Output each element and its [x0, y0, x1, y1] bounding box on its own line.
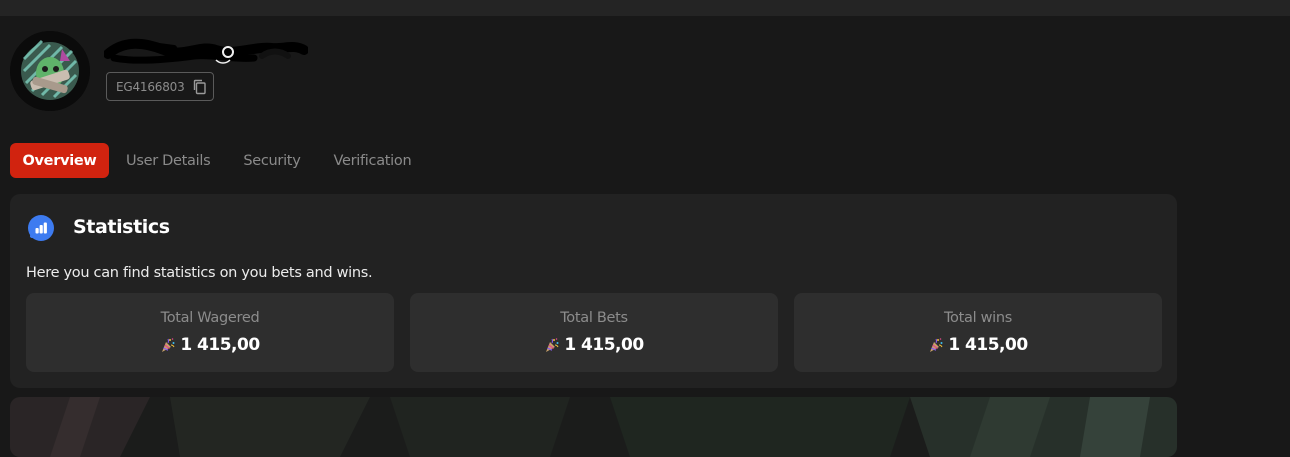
statistics-title: Statistics: [73, 216, 170, 238]
stat-card-total-wins: Total wins 1 415,00: [794, 293, 1162, 372]
profile-tabs: Overview User Details Security Verificat…: [10, 143, 428, 178]
tab-verification[interactable]: Verification: [317, 143, 427, 178]
tab-security[interactable]: Security: [227, 143, 316, 178]
chart-bubble-icon: [28, 215, 54, 241]
user-id-text: EG4166803: [116, 79, 185, 94]
tab-overview[interactable]: Overview: [10, 143, 109, 178]
stat-card-total-wagered: Total Wagered 1 415,00: [26, 293, 394, 372]
statistics-description: Here you can find statistics on you bets…: [26, 265, 373, 281]
top-bar: [0, 0, 1290, 16]
promo-banner[interactable]: [10, 397, 1177, 457]
tab-user-details[interactable]: User Details: [110, 143, 226, 178]
stat-value: 1 415,00: [948, 335, 1028, 355]
stat-value: 1 415,00: [564, 335, 644, 355]
statistics-panel: Statistics Here you can find statistics …: [10, 194, 1177, 388]
party-popper-icon: [162, 338, 175, 352]
stat-label: Total wins: [943, 310, 1013, 326]
stat-value: 1 415,00: [180, 335, 260, 355]
party-popper-icon: [546, 338, 559, 352]
stat-label: Total Bets: [560, 310, 628, 326]
stat-card-total-bets: Total Bets 1 415,00: [410, 293, 778, 372]
user-id-badge: EG4166803: [106, 72, 214, 101]
tab-label: Overview: [22, 152, 97, 169]
redacted-username: [104, 38, 308, 64]
avatar[interactable]: [10, 31, 90, 111]
stat-label: Total Wagered: [160, 310, 260, 326]
copy-icon[interactable]: [193, 79, 207, 95]
tab-label: Verification: [333, 152, 412, 169]
tab-label: Security: [243, 152, 301, 169]
tab-label: User Details: [126, 152, 211, 169]
party-popper-icon: [930, 338, 943, 352]
